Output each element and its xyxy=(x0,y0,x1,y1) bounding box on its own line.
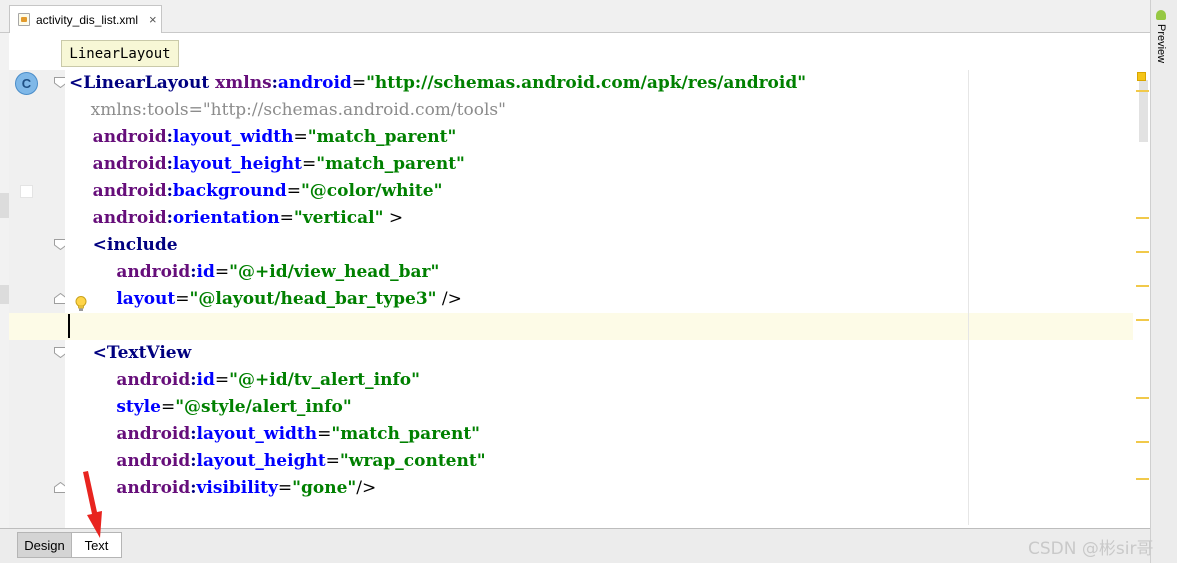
preview-toolwindow-button[interactable]: Preview xyxy=(1151,10,1171,76)
annotation-arrow-icon xyxy=(83,471,102,538)
file-tab-label: activity_dis_list.xml xyxy=(36,12,139,27)
code-token: = xyxy=(279,208,294,228)
code-token: layout xyxy=(69,289,176,309)
bottom-tab-bar: Design Text xyxy=(0,528,1150,563)
code-token: = xyxy=(351,73,367,93)
code-token: "match_parent" xyxy=(307,127,457,147)
code-token: android xyxy=(69,262,191,282)
code-line[interactable]: android:visibility="gone"/> xyxy=(69,475,376,502)
code-line[interactable]: xmlns:tools="http://schemas.android.com/… xyxy=(69,97,506,124)
left-edge-marker xyxy=(0,285,9,304)
right-tool-window-bar xyxy=(1150,0,1177,563)
inspection-status-icon[interactable] xyxy=(1137,72,1146,81)
code-line[interactable]: android:id="@+id/view_head_bar" xyxy=(69,259,439,286)
code-token: = xyxy=(160,397,176,417)
android-icon xyxy=(1156,10,1166,20)
code-token: layout_width xyxy=(172,127,294,147)
watermark: CSDN @彬sir哥 xyxy=(1028,539,1154,559)
code-token: visibility xyxy=(196,478,278,498)
code-token: android xyxy=(277,73,352,93)
right-margin-guide xyxy=(968,70,969,525)
code-line[interactable]: android:background="@color/white" xyxy=(69,178,443,205)
code-token: android xyxy=(69,127,167,147)
code-token: layout_height xyxy=(172,154,302,174)
code-token: = xyxy=(317,424,332,444)
code-token: "match_parent" xyxy=(331,424,481,444)
code-line[interactable]: layout="@layout/head_bar_type3" /> xyxy=(69,286,462,313)
code-token: layout_height xyxy=(196,451,326,471)
breadcrumb[interactable]: LinearLayout xyxy=(61,40,179,67)
code-token: <LinearLayout xyxy=(69,73,216,93)
warning-stripe[interactable] xyxy=(1136,397,1149,399)
code-line[interactable]: android:layout_width="match_parent" xyxy=(69,421,480,448)
warning-stripe[interactable] xyxy=(1136,90,1149,92)
code-line[interactable]: <TextView xyxy=(69,340,192,367)
code-token: "@style/alert_info" xyxy=(175,397,352,417)
tab-design[interactable]: Design xyxy=(17,532,72,558)
code-token: "vertical" xyxy=(293,208,384,228)
code-token: "http://schemas.android.com/apk/res/andr… xyxy=(366,73,807,93)
code-line[interactable]: style="@style/alert_info" xyxy=(69,394,352,421)
code-token: /> xyxy=(356,478,377,498)
code-token: = xyxy=(175,289,190,309)
code-token: = xyxy=(286,181,301,201)
code-line[interactable]: android:layout_height="wrap_content" xyxy=(69,448,486,475)
warning-stripe[interactable] xyxy=(1136,478,1149,480)
preview-label: Preview xyxy=(1155,24,1167,64)
code-token: android xyxy=(69,451,191,471)
code-token: = xyxy=(325,451,340,471)
current-line-highlight xyxy=(9,313,1148,340)
code-line[interactable]: android:id="@+id/tv_alert_info" xyxy=(69,367,420,394)
text-caret xyxy=(68,314,70,338)
code-token: <include xyxy=(69,235,178,255)
code-token: background xyxy=(172,181,287,201)
code-token: android xyxy=(69,370,191,390)
warning-stripe[interactable] xyxy=(1136,217,1149,219)
code-token: "wrap_content" xyxy=(339,451,486,471)
warning-stripe[interactable] xyxy=(1136,285,1149,287)
xml-file-icon xyxy=(18,13,30,26)
code-token: "@layout/head_bar_type3" xyxy=(189,289,437,309)
code-token: "@color/white" xyxy=(300,181,443,201)
warning-stripe[interactable] xyxy=(1136,441,1149,443)
code-token: = xyxy=(293,127,308,147)
code-token: orientation xyxy=(172,208,280,228)
code-token: android xyxy=(69,424,191,444)
close-icon[interactable]: × xyxy=(149,12,157,27)
editor-tab-bar: activity_dis_list.xml × xyxy=(0,0,1150,33)
code-line[interactable]: <LinearLayout xmlns:android="http://sche… xyxy=(69,70,806,97)
code-token: layout_width xyxy=(196,424,318,444)
code-line[interactable]: android:orientation="vertical" > xyxy=(69,205,403,232)
code-token: android xyxy=(69,181,167,201)
code-token: android xyxy=(69,208,167,228)
warning-stripe[interactable] xyxy=(1136,319,1149,321)
code-token: "@+id/tv_alert_info" xyxy=(229,370,420,390)
class-icon[interactable]: C xyxy=(15,72,38,95)
code-token: xmlns xyxy=(215,73,272,93)
code-token: xmlns:tools="http://schemas.android.com/… xyxy=(69,100,506,120)
code-token: id xyxy=(196,370,215,390)
code-token: id xyxy=(196,262,215,282)
code-token: <TextView xyxy=(69,343,192,363)
code-token: = xyxy=(214,370,230,390)
left-edge-marker xyxy=(0,193,9,218)
code-token: = xyxy=(302,154,317,174)
file-tab[interactable]: activity_dis_list.xml × xyxy=(9,5,162,33)
code-token: "gone" xyxy=(292,478,357,498)
code-token: = xyxy=(214,262,230,282)
left-edge-strip xyxy=(0,33,9,528)
code-token: > xyxy=(383,208,404,228)
bookmark-marker[interactable] xyxy=(20,185,33,198)
warning-stripe[interactable] xyxy=(1136,251,1149,253)
code-line[interactable]: <include xyxy=(69,232,178,259)
code-line[interactable]: android:layout_width="match_parent" xyxy=(69,124,457,151)
code-token: style xyxy=(69,397,161,417)
code-line[interactable]: android:layout_height="match_parent" xyxy=(69,151,465,178)
code-token: "@+id/view_head_bar" xyxy=(229,262,440,282)
code-token: = xyxy=(277,478,293,498)
code-token: android xyxy=(69,154,167,174)
code-token: "match_parent" xyxy=(316,154,465,174)
code-token: /> xyxy=(436,289,462,309)
